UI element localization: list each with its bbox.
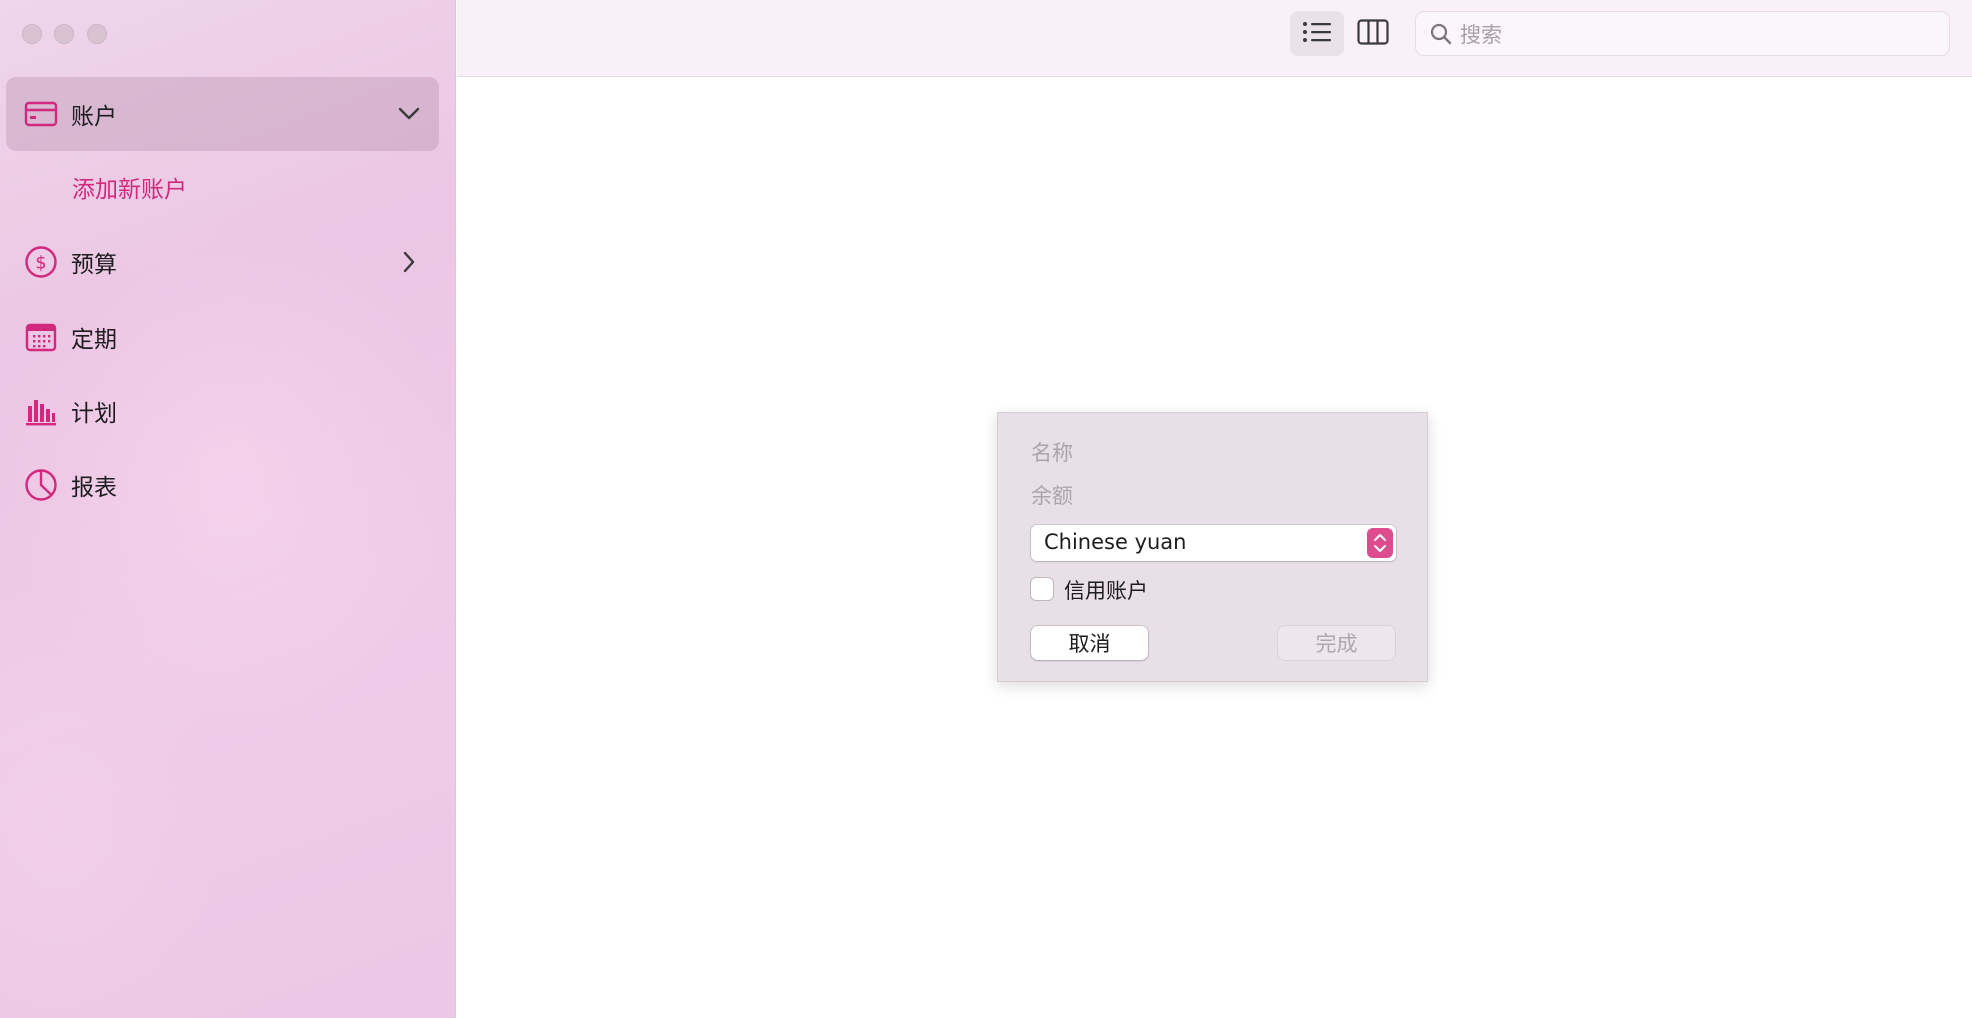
account-name-field[interactable]: [1031, 436, 1391, 470]
search-icon: [1430, 23, 1452, 45]
sidebar-item-label: 预算: [71, 252, 117, 278]
cancel-button[interactable]: 取消: [1031, 626, 1148, 660]
column-view-icon: [1357, 18, 1389, 49]
pie-chart-icon: [24, 468, 58, 502]
currency-select-value: Chinese yuan: [1044, 530, 1187, 554]
sidebar-item-label: 定期: [71, 327, 117, 353]
up-down-chevron-icon: [1367, 528, 1393, 558]
sidebar-item-reports[interactable]: 报表: [6, 448, 439, 522]
dollar-circle-icon: $: [24, 245, 58, 279]
list-view-icon: [1302, 21, 1332, 47]
sidebar-item-accounts[interactable]: 账户: [6, 77, 439, 151]
credit-account-checkbox[interactable]: [1031, 578, 1053, 600]
app-window: 账户 添加新账户 $ 预算 定期 计划 报表 搜索 名称 余额 Chinese …: [0, 0, 1972, 1018]
list-view-button[interactable]: [1290, 11, 1344, 56]
column-view-button[interactable]: [1346, 11, 1400, 56]
account-balance-field[interactable]: [1031, 479, 1391, 513]
sidebar-item-label: 账户: [71, 104, 117, 130]
toolbar: [457, 0, 1972, 77]
credit-card-icon: [24, 97, 58, 131]
window-minimize-button[interactable]: [54, 24, 74, 44]
sidebar-item-recurring[interactable]: 定期: [6, 300, 439, 374]
sidebar-item-label: 计划: [71, 401, 117, 427]
bar-chart-icon: [24, 394, 58, 428]
search-input[interactable]: [1458, 12, 1932, 57]
calendar-icon: [24, 320, 58, 354]
credit-account-label: 信用账户: [1064, 579, 1148, 603]
add-account-dialog: Chinese yuan 信用账户 取消 完成: [997, 412, 1428, 682]
sidebar: 账户 添加新账户 $ 预算 定期 计划 报表: [0, 0, 456, 1018]
window-zoom-button[interactable]: [87, 24, 107, 44]
chevron-down-icon[interactable]: [397, 102, 421, 126]
window-close-button[interactable]: [22, 24, 42, 44]
add-new-account-link[interactable]: 添加新账户: [72, 170, 187, 204]
svg-text:$: $: [35, 253, 46, 274]
sidebar-item-label: 报表: [71, 475, 117, 501]
currency-select[interactable]: Chinese yuan: [1031, 525, 1396, 561]
sidebar-item-plan[interactable]: 计划: [6, 374, 439, 448]
done-button[interactable]: 完成: [1278, 626, 1395, 660]
sidebar-item-budget[interactable]: $ 预算: [6, 225, 439, 299]
chevron-right-icon[interactable]: [397, 250, 421, 274]
search-field[interactable]: [1415, 11, 1950, 57]
